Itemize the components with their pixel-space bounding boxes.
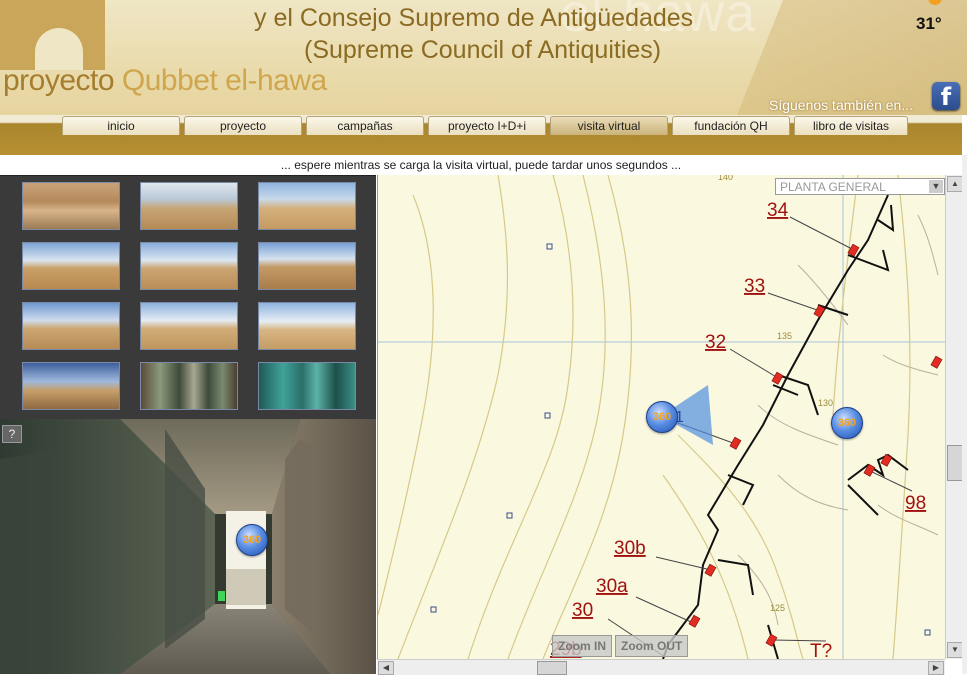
tomb-label-t[interactable]: T? <box>810 641 832 659</box>
weather-temperature: 31° <box>916 14 942 33</box>
tomb-label-30[interactable]: 30 <box>572 600 593 621</box>
tomb-corridor-image <box>0 419 376 674</box>
tab-visita-virtual[interactable]: visita virtual <box>550 116 668 135</box>
thumbnail-pano-5[interactable] <box>140 242 238 290</box>
map-vertical-scrollbar[interactable]: ▲ ▼ <box>945 175 963 659</box>
thumbnail-pano-10[interactable] <box>22 362 120 410</box>
tomb-label-98[interactable]: 98 <box>905 493 926 514</box>
tab-libro-de-visitas[interactable]: libro de visitas <box>794 116 908 135</box>
header-title-line1: y el Consejo Supremo de Antigüedades <box>254 4 694 32</box>
tab-campanas[interactable]: campañas <box>306 116 424 135</box>
horizontal-scroll-thumb[interactable] <box>537 661 567 675</box>
zoom-out-button[interactable]: Zoom OUT <box>615 635 689 657</box>
map-pano-marker-360-icon-2[interactable]: 360 <box>831 407 863 439</box>
help-icon[interactable]: ? <box>2 425 22 443</box>
tomb-label-33[interactable]: 33 <box>744 276 765 297</box>
map-horizontal-scrollbar[interactable]: ◀ ▶ <box>377 659 945 675</box>
tab-proyecto-idi[interactable]: proyecto I+D+i <box>428 116 546 135</box>
thumbnail-pano-6[interactable] <box>258 242 356 290</box>
pano-thumbnail-grid <box>0 175 376 420</box>
thumbnail-pano-12[interactable] <box>258 362 356 410</box>
scroll-up-icon[interactable]: ▲ <box>947 176 963 192</box>
pano-hotspot-360-icon[interactable]: 360 <box>236 524 268 556</box>
map-level-select[interactable]: PLANTA GENERAL ▼ <box>775 178 945 195</box>
thumbnail-pano-11[interactable] <box>140 362 238 410</box>
tab-inicio[interactable]: inicio <box>62 116 180 135</box>
thumbnail-pano-1[interactable] <box>22 182 120 230</box>
vertical-scroll-thumb[interactable] <box>947 445 963 481</box>
header-dome-graphic <box>0 0 105 70</box>
tab-proyecto[interactable]: proyecto <box>184 116 302 135</box>
contour-label-125: 125 <box>770 603 785 613</box>
main-nav: inicio proyecto campañas proyecto I+D+i … <box>62 116 912 136</box>
contour-label-135: 135 <box>777 331 792 341</box>
tab-fundacion-qh[interactable]: fundación QH <box>672 116 790 135</box>
tomb-label-34[interactable]: 34 <box>767 200 789 221</box>
thumbnail-pano-8[interactable] <box>140 302 238 350</box>
logo-text-proyecto: proyecto <box>3 64 122 97</box>
site-map[interactable]: 34 33 32 98 30b 30a 30 29b T? 135 130 12… <box>377 175 946 659</box>
map-zoom-controls: Zoom IN Zoom OUT <box>552 635 691 657</box>
map-pano-marker-360-icon[interactable]: 360 <box>646 401 678 433</box>
site-logo[interactable]: proyecto Qubbet el-hawa <box>3 64 327 98</box>
tomb-label-30b[interactable]: 30b <box>614 538 646 559</box>
zoom-in-button[interactable]: Zoom IN <box>552 635 612 657</box>
chevron-down-icon[interactable]: ▼ <box>929 180 943 193</box>
scroll-down-icon[interactable]: ▼ <box>947 642 963 658</box>
scroll-left-icon[interactable]: ◀ <box>378 661 394 675</box>
page-right-edge <box>962 155 967 674</box>
header-title-line2: (Supreme Council of Antiquities) <box>304 36 662 64</box>
map-level-select-value: PLANTA GENERAL <box>780 180 886 194</box>
thumbnail-pano-4[interactable] <box>22 242 120 290</box>
logo-text-qubbet: Qubbet el-hawa <box>121 64 327 97</box>
thumbnail-pano-7[interactable] <box>22 302 120 350</box>
thumbnail-pano-9[interactable] <box>258 302 356 350</box>
scroll-right-icon[interactable]: ▶ <box>928 661 944 675</box>
contour-label-140: 140 <box>718 175 733 182</box>
loading-message: ... espere mientras se carga la visita v… <box>0 155 962 175</box>
facebook-icon[interactable]: f <box>932 82 960 111</box>
follow-us-text: Síguenos también en... <box>769 97 913 113</box>
tomb-label-32[interactable]: 32 <box>705 332 726 353</box>
tomb-label-30a[interactable]: 30a <box>596 576 628 597</box>
thumbnail-pano-2[interactable] <box>140 182 238 230</box>
thumbnail-pano-3[interactable] <box>258 182 356 230</box>
contour-label-130: 130 <box>818 398 833 408</box>
panorama-viewer[interactable]: ? 360 <box>0 419 376 674</box>
site-header: el-hawa y el Consejo Supremo de Antigüed… <box>0 0 967 115</box>
